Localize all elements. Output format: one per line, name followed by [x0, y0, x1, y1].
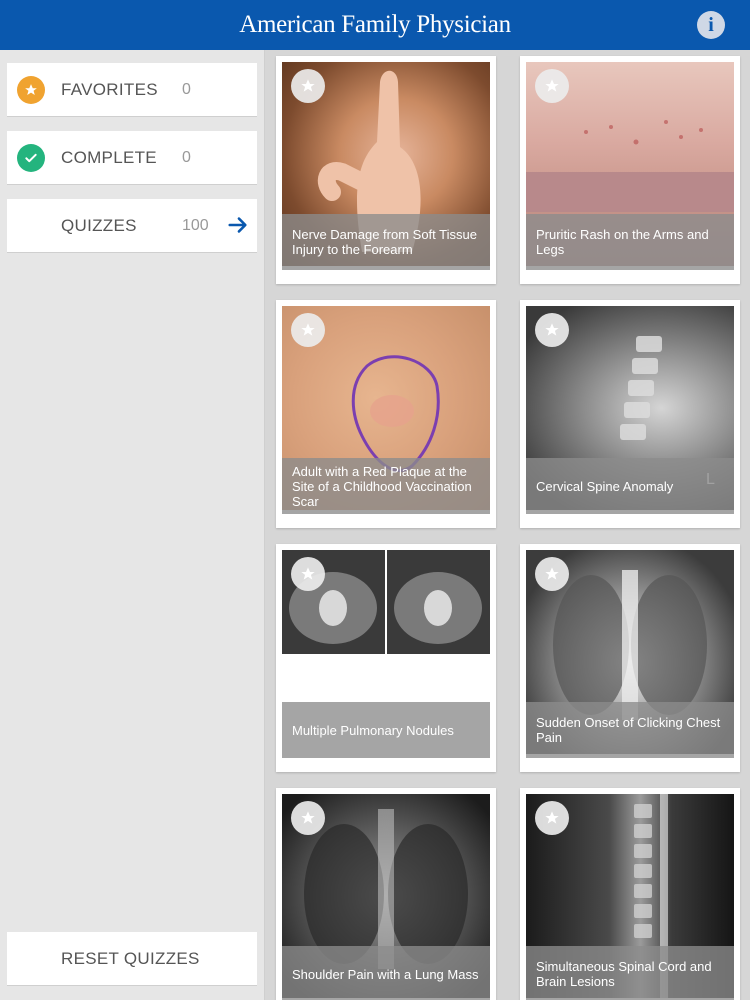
quiz-card[interactable]: Simultaneous Spinal Cord and Brain Lesio…	[520, 788, 740, 1000]
favorite-star-icon[interactable]	[291, 313, 325, 347]
quiz-card-caption: Multiple Pulmonary Nodules	[282, 702, 490, 758]
sidebar-item-complete[interactable]: COMPLETE 0	[7, 131, 257, 185]
quiz-card-caption: Adult with a Red Plaque at the Site of a…	[282, 458, 490, 514]
sidebar-item-favorites[interactable]: FAVORITES 0	[7, 63, 257, 117]
favorite-star-icon[interactable]	[535, 801, 569, 835]
reset-quizzes-button[interactable]: RESET QUIZZES	[7, 932, 257, 986]
quiz-card[interactable]: Pruritic Rash on the Arms and Legs	[520, 56, 740, 284]
sidebar-item-label: FAVORITES	[61, 79, 158, 99]
quiz-card[interactable]: Adult with a Red Plaque at the Site of a…	[276, 300, 496, 528]
favorite-star-icon[interactable]	[291, 801, 325, 835]
quiz-card-caption: Simultaneous Spinal Cord and Brain Lesio…	[526, 946, 734, 1000]
sidebar-item-quizzes[interactable]: QUIZZES 100	[7, 199, 257, 253]
quiz-card-caption: Cervical Spine Anomaly	[526, 458, 734, 514]
sidebar-item-count: 0	[182, 148, 191, 166]
reset-quizzes-label: RESET QUIZZES	[61, 948, 200, 968]
quiz-card-caption: Pruritic Rash on the Arms and Legs	[526, 214, 734, 270]
app-title: American Family Physician	[239, 11, 511, 38]
quiz-card[interactable]: Multiple Pulmonary Nodules	[276, 544, 496, 772]
sidebar: FAVORITES 0 COMPLETE 0 QUIZZES 100	[0, 50, 265, 1000]
quiz-card[interactable]: Sudden Onset of Clicking Chest Pain	[520, 544, 740, 772]
quiz-card[interactable]: L Cervical Spine Anomaly	[520, 300, 740, 528]
favorite-star-icon[interactable]	[535, 557, 569, 591]
app-header: American Family Physician i	[0, 0, 750, 50]
favorite-star-icon[interactable]	[291, 557, 325, 591]
arrow-right-icon[interactable]	[227, 214, 249, 236]
sidebar-item-count: 100	[182, 216, 209, 234]
favorite-star-icon[interactable]	[535, 313, 569, 347]
quiz-card[interactable]: Shoulder Pain with a Lung Mass	[276, 788, 496, 1000]
info-icon[interactable]: i	[697, 11, 725, 39]
checkmark-icon	[17, 144, 45, 172]
favorite-star-icon[interactable]	[291, 69, 325, 103]
sidebar-item-label: QUIZZES	[61, 215, 137, 235]
quiz-card-caption: Sudden Onset of Clicking Chest Pain	[526, 702, 734, 758]
sidebar-item-label: COMPLETE	[61, 147, 157, 167]
favorite-star-icon[interactable]	[535, 69, 569, 103]
star-icon	[17, 76, 45, 104]
sidebar-item-count: 0	[182, 80, 191, 98]
quiz-card-caption: Shoulder Pain with a Lung Mass	[282, 946, 490, 1000]
quiz-card[interactable]: Nerve Damage from Soft Tissue Injury to …	[276, 56, 496, 284]
quiz-card-caption: Nerve Damage from Soft Tissue Injury to …	[282, 214, 490, 270]
